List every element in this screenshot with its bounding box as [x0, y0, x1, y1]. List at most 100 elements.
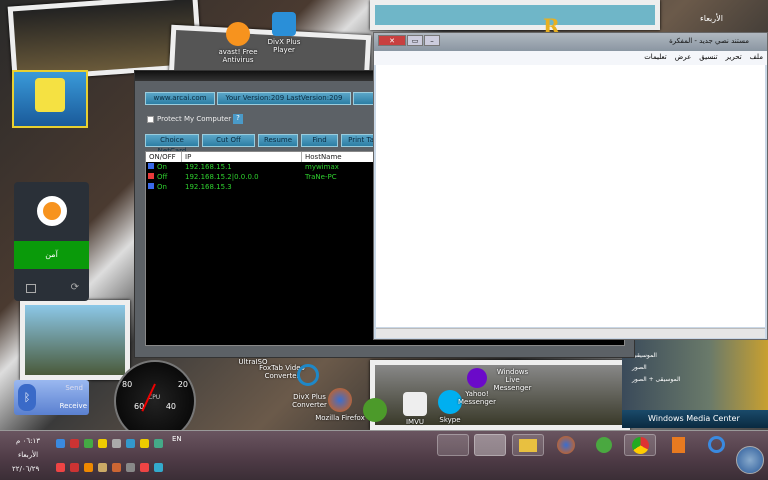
open-icon[interactable]: [26, 284, 36, 293]
website-button[interactable]: www.arcai.com: [145, 92, 215, 105]
bluetooth-icon: ᛒ: [18, 384, 36, 411]
host-status: On: [146, 162, 182, 172]
menu-edit[interactable]: تحرير: [726, 53, 742, 63]
version-button[interactable]: Your Version:209 LastVersion:209: [217, 92, 351, 105]
host-name: TraNe-PC: [305, 173, 337, 181]
tray-icon[interactable]: [84, 463, 93, 472]
spongebob-image: [35, 78, 65, 112]
bluetooth-receive[interactable]: Receive: [60, 402, 87, 410]
media-player-icon: [671, 437, 685, 453]
choice-netcard-button[interactable]: Choice NetCard: [145, 134, 199, 155]
taskbar-chrome[interactable]: [624, 434, 656, 456]
host-ip: 192.168.15.3: [185, 183, 232, 191]
column-on-off[interactable]: ON/OFF: [146, 152, 182, 162]
host-name: mywimax: [305, 163, 339, 171]
tray-icon[interactable]: [98, 463, 107, 472]
avast-status: آمن: [14, 241, 89, 269]
column-hostname[interactable]: HostName: [302, 152, 342, 162]
firefox-icon: [328, 388, 352, 412]
tray-icon[interactable]: [56, 463, 65, 472]
taskbar-firefox[interactable]: [550, 434, 582, 456]
maximize-button[interactable]: ▭: [407, 35, 423, 46]
find-button[interactable]: Find: [301, 134, 338, 147]
taskbar-internet-explorer[interactable]: [700, 434, 732, 456]
protect-label: Protect My Computer: [157, 115, 232, 123]
wallpaper-photo: [370, 0, 660, 30]
clock-time[interactable]: ٠٦:١٣ م: [16, 437, 40, 445]
avast-gadget: آمن ⟳: [14, 182, 89, 301]
wmc-brand: Windows Media Center: [622, 410, 768, 428]
taskbar-snipping-tool[interactable]: [437, 434, 469, 456]
foxtab-icon: [297, 364, 319, 386]
wmc-item[interactable]: الصور: [632, 364, 647, 371]
divx-play-icon: [272, 12, 296, 36]
spongebob-gadget[interactable]: [12, 70, 88, 128]
imvu-icon: [403, 392, 427, 416]
tray-icon[interactable]: [112, 463, 121, 472]
minimize-button[interactable]: –: [424, 35, 440, 46]
tray-icon[interactable]: [154, 439, 163, 448]
bluetooth-gadget[interactable]: ᛒ Send Receive: [14, 380, 89, 415]
close-button[interactable]: ✕: [378, 35, 406, 46]
tray-icon[interactable]: [98, 439, 107, 448]
computer-icon: [148, 173, 154, 179]
tray-icon[interactable]: [56, 439, 65, 448]
avast-logo-icon: [36, 196, 67, 226]
menu-file[interactable]: ملف: [750, 53, 763, 63]
cpu-tick: 40: [165, 402, 176, 411]
wallpaper-photo: [20, 300, 130, 380]
wmc-item[interactable]: الموسيقى: [632, 352, 657, 359]
host-ip: 192.168.15.2|0.0.0.0: [185, 173, 259, 181]
clock-day[interactable]: الأربعاء: [18, 451, 38, 459]
notepad-menubar: ملف تحرير تنسيق عرض تعليمات: [374, 51, 767, 65]
notepad-text-area[interactable]: [376, 65, 765, 327]
horizontal-scrollbar[interactable]: [376, 328, 765, 338]
resume-button[interactable]: Resume: [258, 134, 298, 147]
help-button[interactable]: ?: [233, 114, 243, 124]
computer-icon: [148, 183, 154, 189]
menu-help[interactable]: تعليمات: [644, 53, 667, 63]
tray-icon[interactable]: [140, 439, 149, 448]
tray-icon[interactable]: [70, 463, 79, 472]
tray-icon[interactable]: [154, 463, 163, 472]
imvu-label: IMVU: [405, 418, 425, 426]
clock-date[interactable]: ٢٢/٠٦/٢٩: [12, 465, 39, 473]
host-status: On: [146, 182, 182, 192]
tray-icon[interactable]: [126, 463, 135, 472]
ie-icon: [707, 436, 725, 453]
tray-icon[interactable]: [84, 439, 93, 448]
avast-icon: [226, 22, 250, 46]
desktop-icon-avast[interactable]: avast! Free Antivirus: [213, 22, 263, 64]
start-button[interactable]: [736, 446, 764, 474]
taskbar-explorer[interactable]: [512, 434, 544, 456]
taskbar-media-player[interactable]: [662, 434, 694, 456]
tray-icon[interactable]: [140, 463, 149, 472]
cpu-tick: 20: [177, 380, 188, 389]
utorrent-icon: [363, 398, 387, 422]
menu-format[interactable]: تنسيق: [699, 53, 717, 63]
notepad-titlebar[interactable]: مستند نصي جديد - المفكرة ✕ ▭ –: [374, 33, 767, 51]
desktop-icon-divx-player[interactable]: DivX Plus Player: [259, 12, 309, 54]
cpu-tick: 80: [122, 380, 133, 389]
menu-view[interactable]: عرض: [675, 53, 692, 63]
desktop-icon-foxtab[interactable]: FoxTab Video Converter: [252, 364, 319, 386]
windows-media-center-gadget[interactable]: الموسيقى الصور الموسيقى + الصور Windows …: [622, 340, 768, 428]
refresh-icon[interactable]: ⟳: [71, 282, 79, 293]
chrome-icon: [631, 437, 649, 454]
wmc-item[interactable]: الموسيقى + الصور: [632, 376, 680, 383]
messenger-icon: [596, 437, 612, 453]
bluetooth-send[interactable]: Send: [65, 384, 83, 392]
column-ip[interactable]: IP: [182, 152, 302, 162]
tray-icon[interactable]: [126, 439, 135, 448]
taskbar-notepad[interactable]: [474, 434, 506, 456]
language-indicator[interactable]: EN: [172, 435, 182, 443]
taskbar: ٠٦:١٣ م الأربعاء ٢٢/٠٦/٢٩ EN: [0, 430, 768, 480]
yahoo-icon: [467, 368, 487, 388]
tray-icon[interactable]: [112, 439, 121, 448]
taskbar-messenger[interactable]: [588, 434, 620, 456]
desktop-icon-live-messenger[interactable]: Windows Live Messenger: [490, 368, 535, 392]
protect-checkbox[interactable]: [147, 116, 154, 123]
cut-off-button[interactable]: Cut Off: [202, 134, 255, 147]
tray-icon[interactable]: [70, 439, 79, 448]
firefox-icon: [557, 436, 575, 454]
